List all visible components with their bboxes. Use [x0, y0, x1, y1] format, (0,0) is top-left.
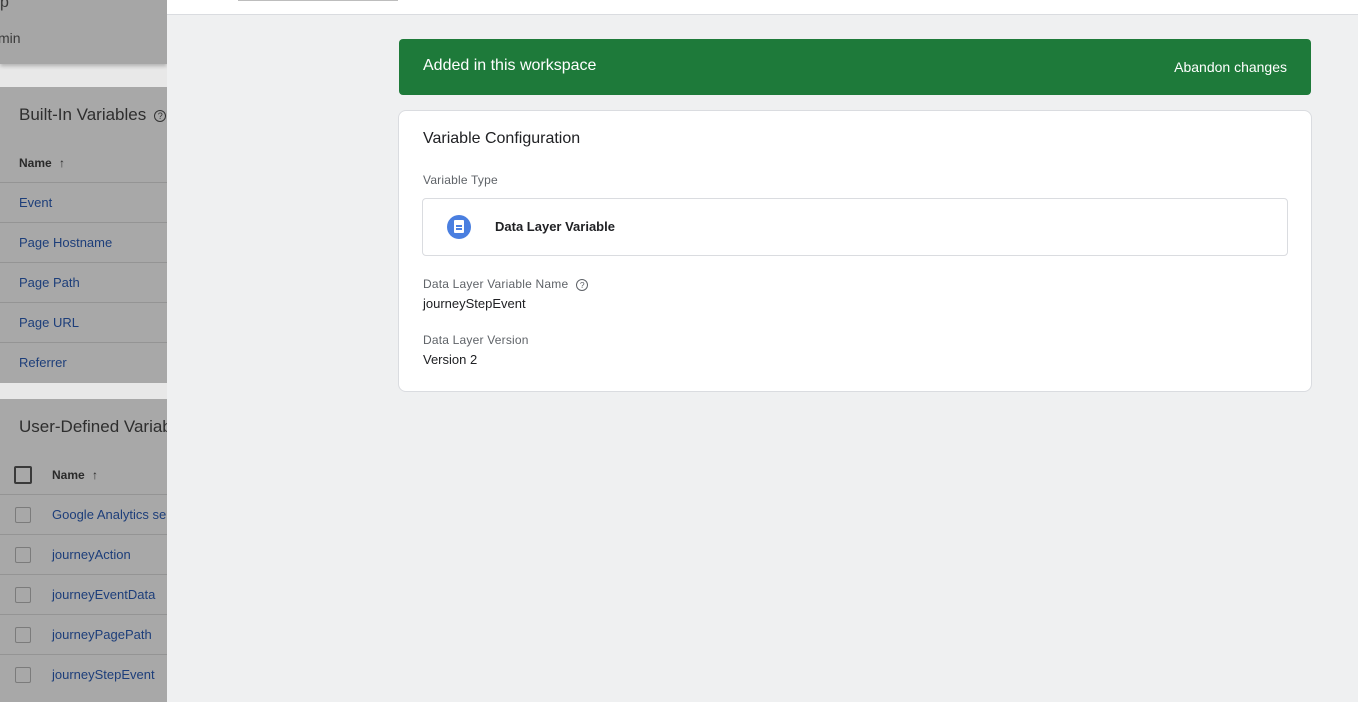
variable-type-selector[interactable]: Data Layer Variable	[422, 198, 1288, 256]
workspace-status-message: Added in this workspace	[423, 57, 597, 74]
sort-arrow-up-icon: ↑	[59, 156, 66, 170]
help-icon[interactable]: ?	[576, 278, 589, 291]
panel-header	[167, 0, 1358, 15]
row-checkbox[interactable]	[15, 507, 31, 523]
user-defined-variables-card: User-Defined Variab Name ↑ Google Analyt…	[0, 399, 167, 702]
row-checkbox[interactable]	[15, 547, 31, 563]
builtin-variable-link[interactable]: Page Hostname	[19, 235, 112, 250]
row-checkbox[interactable]	[15, 667, 31, 683]
table-row[interactable]: journeyAction	[0, 534, 167, 574]
data-layer-variable-name-label: Data Layer Variable Name?	[423, 277, 589, 291]
select-all-checkbox[interactable]	[14, 466, 32, 484]
builtin-variables-card: Built-In Variables? Name ↑ Event Page Ho…	[0, 87, 167, 383]
background-header: p min	[0, 0, 167, 64]
table-row[interactable]: Referrer	[0, 342, 167, 382]
user-defined-name-column-header[interactable]: Name ↑	[52, 468, 98, 482]
user-defined-name-header-label: Name	[52, 468, 85, 482]
abandon-changes-button[interactable]: Abandon changes	[1174, 59, 1287, 75]
table-row[interactable]: journeyPagePath	[0, 614, 167, 654]
builtin-name-column-header[interactable]: Name ↑	[19, 156, 65, 170]
builtin-variables-title: Built-In Variables?	[19, 105, 167, 125]
user-variable-link[interactable]: journeyPagePath	[52, 627, 152, 642]
table-row[interactable]: Page Path	[0, 262, 167, 302]
user-variable-link[interactable]: Google Analytics se	[52, 507, 166, 522]
user-variable-link[interactable]: journeyEventData	[52, 587, 155, 602]
table-row[interactable]: Google Analytics se	[0, 494, 167, 534]
builtin-variable-link[interactable]: Page URL	[19, 315, 79, 330]
background-variables-page: p min Built-In Variables? Name ↑ Event P…	[0, 0, 167, 702]
row-checkbox[interactable]	[15, 587, 31, 603]
builtin-name-header-label: Name	[19, 156, 52, 170]
table-row[interactable]: Page URL	[0, 302, 167, 342]
data-layer-version-value: Version 2	[423, 352, 478, 367]
builtin-variable-link[interactable]: Page Path	[19, 275, 80, 290]
table-row[interactable]: Event	[0, 182, 167, 222]
variable-configuration-card[interactable]: Variable Configuration Variable Type Dat…	[398, 110, 1312, 392]
background-breadcrumb: min	[0, 30, 21, 46]
background-header-glyph: p	[0, 0, 9, 11]
table-row[interactable]: journeyStepEvent	[0, 654, 167, 694]
user-variable-link[interactable]: journeyAction	[52, 547, 131, 562]
builtin-variables-title-text: Built-In Variables	[19, 105, 147, 124]
data-layer-version-label: Data Layer Version	[423, 333, 529, 347]
user-variable-link[interactable]: journeyStepEvent	[52, 667, 155, 682]
variable-configuration-title: Variable Configuration	[423, 130, 581, 147]
variable-type-label: Variable Type	[423, 173, 498, 187]
variable-detail-panel: Added in this workspace Abandon changes …	[167, 0, 1358, 702]
row-checkbox[interactable]	[15, 627, 31, 643]
help-icon[interactable]: ?	[154, 109, 167, 122]
workspace-status-banner: Added in this workspace Abandon changes	[399, 39, 1311, 95]
builtin-variable-link[interactable]: Referrer	[19, 355, 67, 370]
user-defined-variables-title: User-Defined Variab	[19, 417, 167, 436]
variable-type-value: Data Layer Variable	[495, 219, 615, 234]
sort-arrow-up-icon: ↑	[92, 468, 99, 482]
data-layer-variable-name-label-text: Data Layer Variable Name	[423, 277, 569, 291]
table-row[interactable]: journeyEventData	[0, 574, 167, 614]
table-row[interactable]: Page Hostname	[0, 222, 167, 262]
builtin-variable-link[interactable]: Event	[19, 195, 52, 210]
variable-name-underline	[238, 0, 398, 1]
document-icon	[447, 215, 471, 239]
data-layer-variable-name-value: journeyStepEvent	[423, 296, 526, 311]
